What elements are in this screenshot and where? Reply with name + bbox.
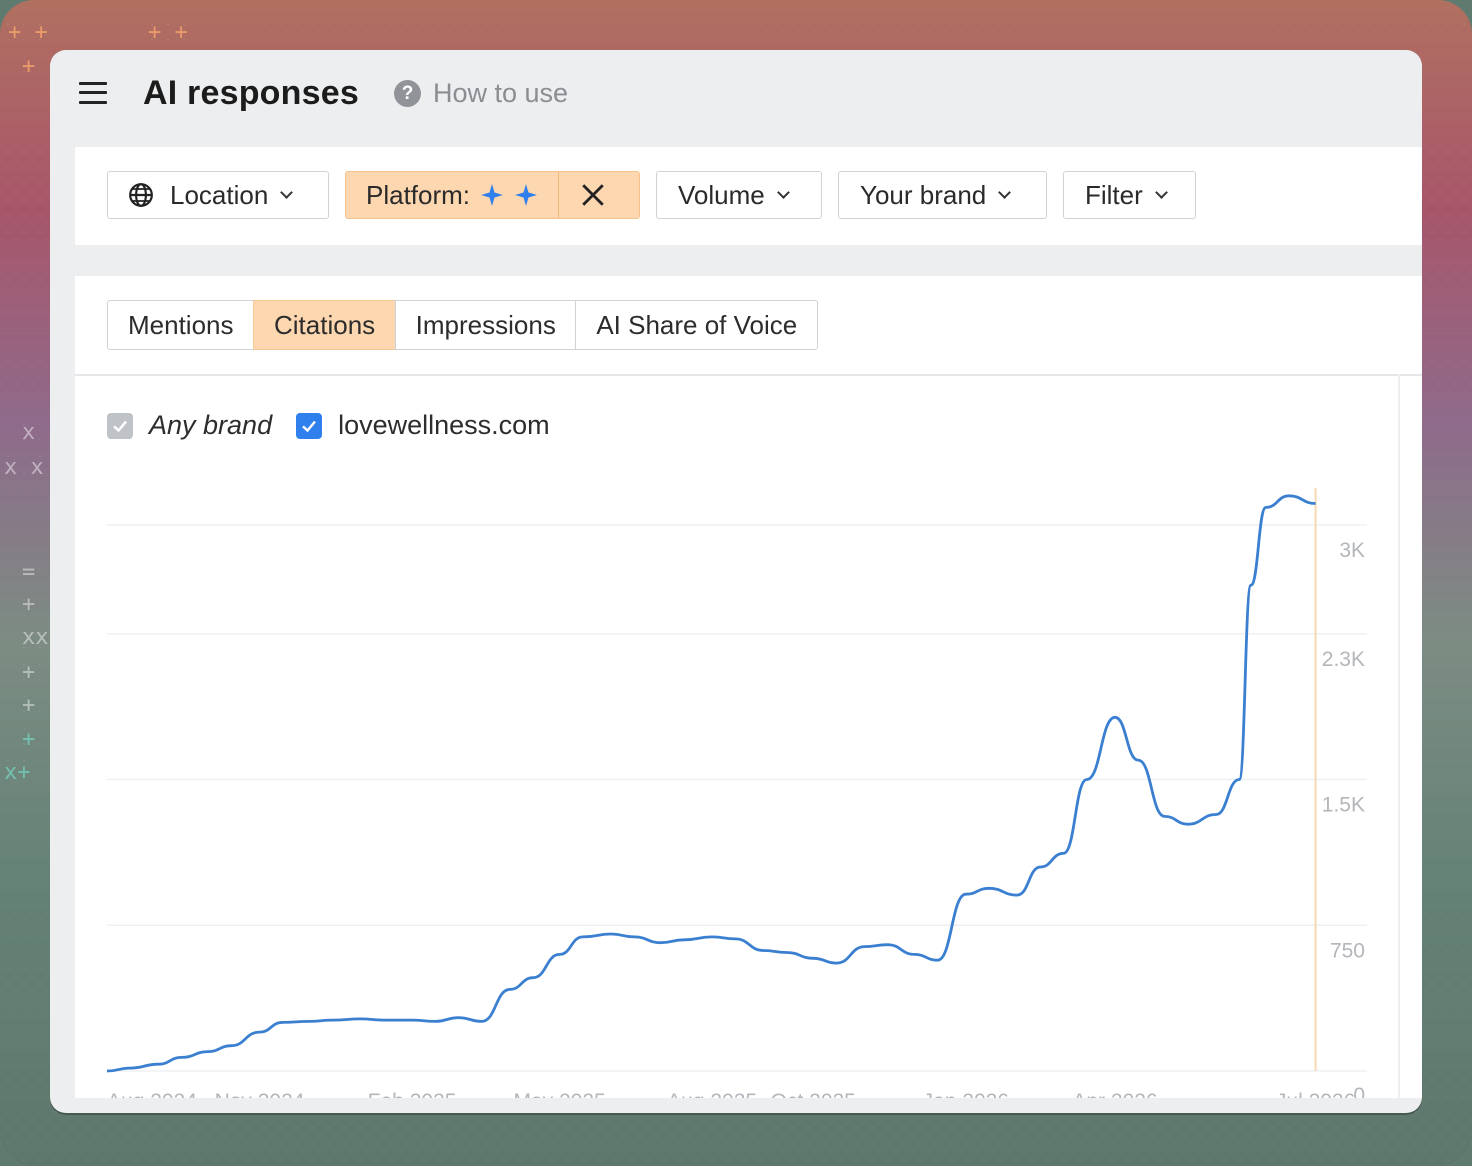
volume-filter-button[interactable]: Volume [656,171,822,219]
cross-decoration: x [22,420,36,445]
x-tick-label: Aug 2024 [107,1090,197,1098]
chart-panel: Mentions Citations Impressions AI Share … [75,276,1422,1098]
volume-label: Volume [678,179,765,210]
chevron-down-icon [776,186,790,199]
sparkle-icon [515,184,538,206]
x-tick-label: Jul 2026 [1276,1090,1355,1098]
x-tick-label: Feb 2025 [368,1090,457,1098]
series-line-lovewellness [106,494,1316,1073]
platform-filter-button[interactable]: Platform: [345,171,640,219]
platform-filter-open[interactable]: Platform: [346,172,558,218]
chevron-down-icon [998,186,1012,199]
plus-decoration: x+ [4,760,31,785]
how-to-use-label: How to use [433,78,569,108]
y-tick-label: 750 [1330,939,1365,962]
y-tick-label: 1.5K [1322,794,1365,817]
filter-button[interactable]: Filter [1063,171,1196,219]
help-icon: ? [394,80,421,107]
sparkle-icon [481,184,504,206]
plus-decoration: + [22,592,36,617]
app-window: AI responses ? How to use Location Platf… [50,50,1422,1113]
location-label: Location [170,179,269,210]
plus-decoration: + [22,693,36,718]
x-tick-label: Oct 2025 [771,1090,856,1098]
x-tick-label: Aug 2025 [667,1090,757,1098]
close-icon [582,184,604,206]
top-bar: AI responses ? How to use [50,50,1422,146]
globe-icon [129,183,153,207]
x-tick-label: Nov 2024 [215,1090,305,1098]
equals-decoration: = [22,560,36,585]
your-brand-label: Your brand [860,179,987,210]
x-tick-label: May 2025 [513,1090,605,1098]
y-tick-label: 2.3K [1322,648,1365,671]
x-tick-label: Apr 2026 [1072,1090,1157,1098]
citations-line-chart: 07501.5K2.3K3KAug 2024Nov 2024Feb 2025Ma… [106,488,1367,1098]
plus-decoration: + [22,660,36,685]
menu-icon[interactable] [79,80,107,106]
x-tick-label: Jan 2026 [923,1090,1009,1098]
cross-decoration: x x [4,455,44,480]
plus-decoration: + + [148,20,188,45]
plus-decoration: + [22,727,36,752]
plus-decoration: + [22,54,36,79]
page-title: AI responses [143,74,359,112]
plus-decoration: + + [8,20,48,45]
platform-label: Platform: [366,179,471,210]
how-to-use-link[interactable]: ? How to use [394,78,568,109]
your-brand-filter-button[interactable]: Your brand [838,171,1047,219]
cross-decoration: xx [22,625,49,650]
chevron-down-icon [1154,186,1168,199]
location-filter-button[interactable]: Location [107,171,329,219]
filter-bar: Location Platform: Volume Your brand Fil… [75,147,1422,245]
chevron-down-icon [280,186,294,199]
y-tick-label: 3K [1339,539,1365,562]
clear-platform-button[interactable] [558,172,627,218]
filter-label: Filter [1085,179,1143,210]
